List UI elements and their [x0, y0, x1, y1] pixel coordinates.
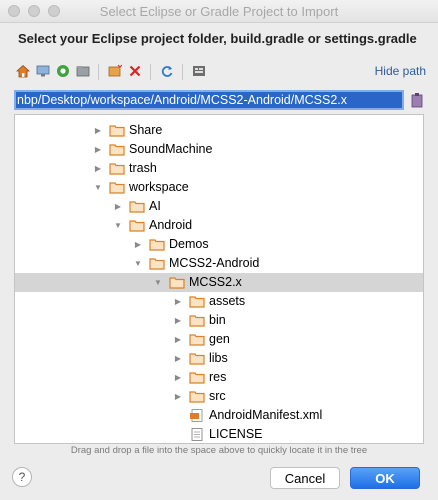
- home-icon[interactable]: [14, 62, 32, 80]
- expanded-arrow-icon[interactable]: ▼: [93, 178, 103, 197]
- tree-row[interactable]: ▶ res: [15, 368, 423, 387]
- show-hidden-icon[interactable]: [190, 62, 208, 80]
- collapsed-arrow-icon[interactable]: ▶: [173, 311, 183, 330]
- path-value: nbp/Desktop/workspace/Android/MCSS2-Andr…: [17, 93, 348, 107]
- folder-icon: [189, 371, 205, 384]
- tree-row[interactable]: ▶ assets: [15, 292, 423, 311]
- collapsed-arrow-icon[interactable]: ▶: [133, 235, 143, 254]
- tree-row[interactable]: ▶ AI: [15, 197, 423, 216]
- folder-icon: [189, 333, 205, 346]
- file-tree[interactable]: ▶ Share ▶ SoundMachine ▶ trash ▼ workspace ▶ AI ▼ A…: [14, 114, 424, 444]
- tree-row-label: src: [209, 389, 226, 403]
- tree-row-label: Demos: [169, 237, 209, 251]
- tree-row-label: Share: [129, 123, 163, 137]
- tree-row[interactable]: ▼ Android: [15, 216, 423, 235]
- tree-row-label: assets: [209, 294, 246, 308]
- path-history-icon[interactable]: [410, 92, 424, 108]
- folder-icon: [109, 124, 125, 137]
- folder-icon: [109, 162, 125, 175]
- collapsed-arrow-icon[interactable]: ▶: [173, 330, 183, 349]
- refresh-icon[interactable]: [158, 62, 176, 80]
- ok-button[interactable]: OK: [350, 467, 420, 489]
- tree-row-label: trash: [129, 161, 157, 175]
- folder-icon: [129, 200, 145, 213]
- expanded-arrow-icon[interactable]: ▼: [133, 254, 143, 273]
- collapsed-arrow-icon[interactable]: ▶: [173, 292, 183, 311]
- collapsed-arrow-icon[interactable]: ▶: [93, 121, 103, 140]
- folder-icon: [189, 352, 205, 365]
- tree-row[interactable]: ▶ src: [15, 387, 423, 406]
- help-button[interactable]: ?: [12, 467, 32, 487]
- folder-icon: [109, 143, 125, 156]
- tree-row[interactable]: LICENSE: [15, 425, 423, 443]
- tree-row[interactable]: AndroidManifest.xml: [15, 406, 423, 425]
- folder-icon: [189, 295, 205, 308]
- tree-row-label: AI: [149, 199, 161, 213]
- collapsed-arrow-icon[interactable]: ▶: [173, 387, 183, 406]
- tree-row[interactable]: ▶ Share: [15, 121, 423, 140]
- folder-icon: [129, 219, 145, 232]
- title-bar: Select Eclipse or Gradle Project to Impo…: [0, 0, 438, 23]
- folder-icon: [189, 390, 205, 403]
- xml-file-icon: [189, 409, 205, 422]
- android-icon[interactable]: [54, 62, 72, 80]
- toolbar-separator: [182, 64, 183, 80]
- text-file-icon: [189, 428, 205, 441]
- project-folder-icon[interactable]: [74, 62, 92, 80]
- tree-row-label: MCSS2-Android: [169, 256, 260, 270]
- path-field[interactable]: nbp/Desktop/workspace/Android/MCSS2-Andr…: [14, 90, 404, 110]
- drag-drop-hint: Drag and drop a file into the space abov…: [70, 445, 368, 456]
- collapsed-arrow-icon[interactable]: ▶: [113, 197, 123, 216]
- tree-row-label: gen: [209, 332, 230, 346]
- tree-row[interactable]: ▶ libs: [15, 349, 423, 368]
- new-folder-icon[interactable]: [106, 62, 124, 80]
- tree-row-label: Android: [149, 218, 193, 232]
- tree-row[interactable]: ▼ workspace: [15, 178, 423, 197]
- expanded-arrow-icon[interactable]: ▼: [113, 216, 123, 235]
- tree-row-label: bin: [209, 313, 226, 327]
- collapsed-arrow-icon[interactable]: ▶: [93, 140, 103, 159]
- dialog-heading: Select your Eclipse project folder, buil…: [18, 31, 417, 46]
- folder-icon: [149, 238, 165, 251]
- collapsed-arrow-icon[interactable]: ▶: [93, 159, 103, 178]
- cancel-button[interactable]: Cancel: [270, 467, 340, 489]
- tree-row-label: MCSS2.x: [189, 275, 242, 289]
- toolbar-separator: [98, 64, 99, 80]
- window-title: Select Eclipse or Gradle Project to Impo…: [99, 4, 339, 19]
- expanded-arrow-icon[interactable]: ▼: [153, 273, 163, 292]
- tree-row[interactable]: ▼ MCSS2-Android: [15, 254, 423, 273]
- tree-row[interactable]: ▶ bin: [15, 311, 423, 330]
- tree-row-label: workspace: [129, 180, 189, 194]
- folder-icon: [109, 181, 125, 194]
- tree-row[interactable]: ▶ Demos: [15, 235, 423, 254]
- tree-row-label: res: [209, 370, 227, 384]
- toolbar-separator: [150, 64, 151, 80]
- tree-row-label: SoundMachine: [129, 142, 213, 156]
- desktop-icon[interactable]: [34, 62, 52, 80]
- tree-row[interactable]: ▼ MCSS2.x: [15, 273, 423, 292]
- delete-icon[interactable]: [126, 62, 144, 80]
- tree-row[interactable]: ▶ gen: [15, 330, 423, 349]
- tree-row[interactable]: ▶ trash: [15, 159, 423, 178]
- tree-row-label: AndroidManifest.xml: [209, 408, 323, 422]
- hide-path-link[interactable]: Hide path: [375, 64, 426, 78]
- folder-icon: [169, 276, 185, 289]
- tree-row-label: LICENSE: [209, 427, 263, 441]
- tree-row[interactable]: ▶ SoundMachine: [15, 140, 423, 159]
- collapsed-arrow-icon[interactable]: ▶: [173, 368, 183, 387]
- tree-row-label: libs: [209, 351, 228, 365]
- folder-icon: [149, 257, 165, 270]
- collapsed-arrow-icon[interactable]: ▶: [173, 349, 183, 368]
- folder-icon: [189, 314, 205, 327]
